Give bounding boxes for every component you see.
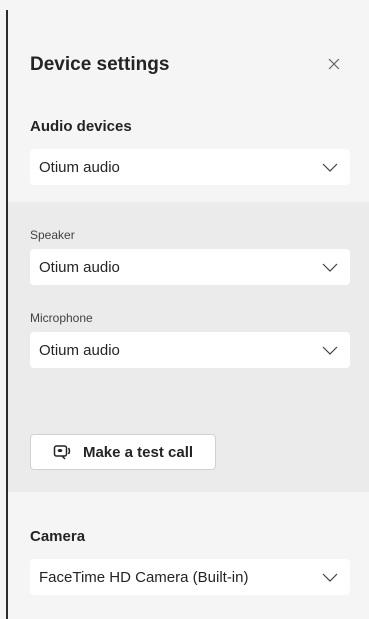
chevron-down-icon	[322, 346, 338, 355]
camera-heading: Camera	[30, 528, 86, 545]
microphone-value: Otium audio	[39, 341, 120, 359]
chevron-down-icon	[322, 263, 338, 272]
chevron-down-icon	[322, 163, 338, 172]
speaker-value: Otium audio	[39, 258, 120, 276]
audio-device-value: Otium audio	[39, 158, 120, 176]
camera-section	[8, 492, 369, 619]
make-test-call-label: Make a test call	[82, 443, 194, 461]
audio-devices-heading: Audio devices	[30, 118, 132, 135]
audio-device-dropdown[interactable]: Otium audio	[30, 149, 350, 185]
close-button[interactable]	[322, 52, 346, 76]
speaker-label: Speaker	[30, 228, 75, 242]
camera-value: FaceTime HD Camera (Built-in)	[39, 568, 249, 586]
make-test-call-button[interactable]: Make a test call	[30, 434, 216, 470]
device-settings-panel: Device settings Audio devices Otium audi…	[0, 0, 369, 619]
panel-divider	[6, 10, 8, 619]
test-call-icon	[53, 445, 71, 460]
speaker-dropdown[interactable]: Otium audio	[30, 249, 350, 285]
close-icon	[328, 58, 340, 70]
panel-title: Device settings	[30, 54, 170, 75]
microphone-label: Microphone	[30, 311, 93, 325]
camera-dropdown[interactable]: FaceTime HD Camera (Built-in)	[30, 559, 350, 595]
microphone-dropdown[interactable]: Otium audio	[30, 332, 350, 368]
chevron-down-icon	[322, 573, 338, 582]
